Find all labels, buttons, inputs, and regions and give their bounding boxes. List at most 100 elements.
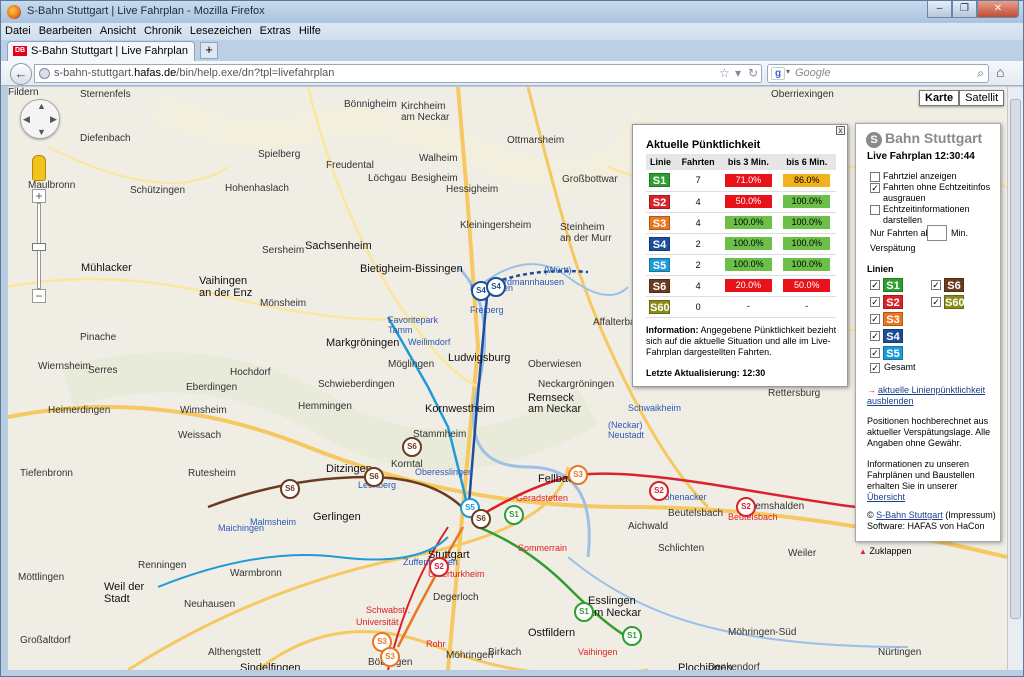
search-icon[interactable]: ⌕: [977, 66, 984, 81]
pan-down-icon[interactable]: ▼: [37, 127, 46, 137]
map-label: an der Enz: [199, 287, 253, 299]
pan-right-icon[interactable]: ▶: [50, 114, 57, 125]
map-label: Geradstetten: [516, 493, 569, 503]
maximize-button[interactable]: ❐: [952, 1, 977, 18]
pan-up-icon[interactable]: ▲: [37, 101, 46, 111]
map-label: Remshalden: [748, 501, 805, 512]
zoom-slider-handle[interactable]: [32, 243, 46, 251]
train-marker-s4[interactable]: S4: [486, 277, 506, 297]
map-label: Neuhausen: [184, 599, 236, 610]
vertical-scrollbar[interactable]: [1007, 87, 1023, 670]
map-label: Ostfildern: [528, 627, 576, 639]
train-marker-s2[interactable]: S2: [429, 557, 449, 577]
checkbox-line-s2[interactable]: ✓: [870, 297, 880, 307]
train-marker-s3[interactable]: S3: [380, 647, 400, 667]
menu-bearbeiten[interactable]: Bearbeiten: [35, 23, 96, 40]
close-icon[interactable]: x: [836, 126, 845, 135]
url-bar[interactable]: s-bahn-stuttgart.hafas.de/bin/help.exe/d…: [34, 64, 762, 83]
link-uebersicht[interactable]: Übersicht: [867, 492, 905, 502]
train-marker-s1[interactable]: S1: [574, 602, 594, 622]
map-label: Wiernsheim: [38, 361, 91, 372]
map-label: Großaltdorf: [20, 635, 71, 646]
home-icon[interactable]: ⌂: [996, 64, 1004, 80]
scrollbar-thumb[interactable]: [1010, 99, 1021, 619]
zoom-in-button[interactable]: +: [32, 189, 46, 203]
menu-chronik[interactable]: Chronik: [140, 23, 186, 40]
search-bar[interactable]: g ▾ Google ⌕: [767, 64, 989, 83]
checkbox-ausgrauen[interactable]: ✓: [870, 183, 880, 193]
train-marker-s2[interactable]: S2: [649, 481, 669, 501]
tab-live-fahrplan[interactable]: DB S-Bahn Stuttgart | Live Fahrplan: [7, 41, 195, 61]
sidebar-line-badge-s5: S5: [883, 346, 903, 360]
map-canvas[interactable]: Sternenfels Bönnigheim Kirchheim am Neckar D…: [8, 87, 1007, 670]
menu-lesezeichen[interactable]: Lesezeichen: [186, 23, 256, 40]
minimize-button[interactable]: ‒: [927, 1, 952, 18]
train-marker-s2[interactable]: S2: [736, 497, 756, 517]
menu-ansicht[interactable]: Ansicht: [96, 23, 140, 40]
checkbox-line-s3[interactable]: ✓: [870, 314, 880, 324]
close-button[interactable]: ✕: [977, 1, 1019, 18]
checkbox-echtzeit[interactable]: [870, 205, 880, 215]
map-label: Spielberg: [258, 149, 301, 160]
bis-3-cell: 20.0%: [724, 279, 772, 292]
map-label: Möttlingen: [18, 572, 65, 583]
back-arrow-icon[interactable]: ←: [10, 63, 32, 85]
checkbox-line-s1[interactable]: ✓: [870, 280, 880, 290]
sidebar-line-badge-s60: S60: [944, 295, 965, 309]
google-icon[interactable]: g: [771, 67, 785, 80]
link-hide-punctuality-2[interactable]: ausblenden: [867, 396, 914, 407]
bis-6-cell: -: [805, 301, 809, 311]
globe-icon: [39, 68, 50, 79]
map-type-satellit-button[interactable]: Satellit: [959, 90, 1005, 106]
map-label: Bönnigheim: [344, 99, 397, 110]
menu-datei[interactable]: Datei: [1, 23, 35, 40]
search-placeholder: Google: [795, 67, 831, 79]
line-badge: S3: [649, 215, 670, 230]
new-tab-button[interactable]: +: [200, 42, 218, 59]
sbahn-s-icon: S: [866, 132, 882, 148]
tab-title: S-Bahn Stuttgart | Live Fahrplan: [31, 45, 188, 57]
map-label: Schwabstr.: [366, 605, 411, 615]
delay-input[interactable]: [927, 225, 947, 241]
pegman-icon[interactable]: [32, 155, 46, 181]
last-update: Letzte Aktualisierung: 12:30: [646, 368, 766, 378]
menu-hilfe[interactable]: Hilfe: [295, 23, 325, 40]
menu-extras[interactable]: Extras: [256, 23, 295, 40]
map-label: Stadt: [104, 593, 130, 605]
map-label: Althengstett: [208, 647, 261, 658]
search-engine-dropdown-icon[interactable]: ▾: [786, 67, 790, 76]
train-marker-s6[interactable]: S6: [402, 437, 422, 457]
map-label: Serres: [88, 365, 118, 376]
punctuality-title: Aktuelle Pünktlichkeit: [646, 139, 761, 151]
map-label: Eberdingen: [186, 382, 238, 393]
db-favicon-icon: DB: [13, 46, 27, 56]
map-label: Degerloch: [433, 592, 479, 603]
train-marker-s3[interactable]: S3: [568, 465, 588, 485]
bookmark-star-icon[interactable]: ☆: [719, 66, 730, 80]
dropdown-arrow-icon[interactable]: ▾: [735, 66, 741, 80]
trips-cell: 0: [676, 296, 720, 318]
pan-left-icon[interactable]: ◀: [23, 114, 30, 125]
link-sbahn-stuttgart[interactable]: S-Bahn Stuttgart: [876, 510, 943, 520]
checkbox-fahrtziel[interactable]: [870, 172, 880, 182]
link-hide-punctuality-1[interactable]: aktuelle Linienpünktlichkeit: [878, 385, 985, 396]
train-marker-s6[interactable]: S6: [471, 509, 491, 529]
map-label: Freudental: [326, 160, 374, 171]
train-marker-s6[interactable]: S6: [364, 467, 384, 487]
reload-icon[interactable]: ↻: [748, 66, 758, 80]
collapse-button[interactable]: ▲ Zuklappen: [859, 546, 911, 556]
control-sidebar: S Bahn Stuttgart Live Fahrplan 12:30:44 F…: [855, 123, 1001, 542]
line-badge: S2: [649, 194, 670, 209]
checkbox-line-s5[interactable]: ✓: [870, 348, 880, 358]
train-marker-s1[interactable]: S1: [622, 626, 642, 646]
trips-cell: 4: [676, 191, 720, 213]
checkbox-line-s60[interactable]: ✓: [931, 297, 941, 307]
checkbox-gesamt[interactable]: ✓: [870, 363, 880, 373]
train-marker-s1[interactable]: S1: [504, 505, 524, 525]
train-marker-s6[interactable]: S6: [280, 479, 300, 499]
checkbox-line-s4[interactable]: ✓: [870, 331, 880, 341]
checkbox-line-s6[interactable]: ✓: [931, 280, 941, 290]
zoom-out-button[interactable]: −: [32, 289, 46, 303]
map-type-karte-button[interactable]: Karte: [919, 90, 960, 106]
pan-control[interactable]: ▲ ▼ ◀ ▶: [20, 99, 60, 139]
